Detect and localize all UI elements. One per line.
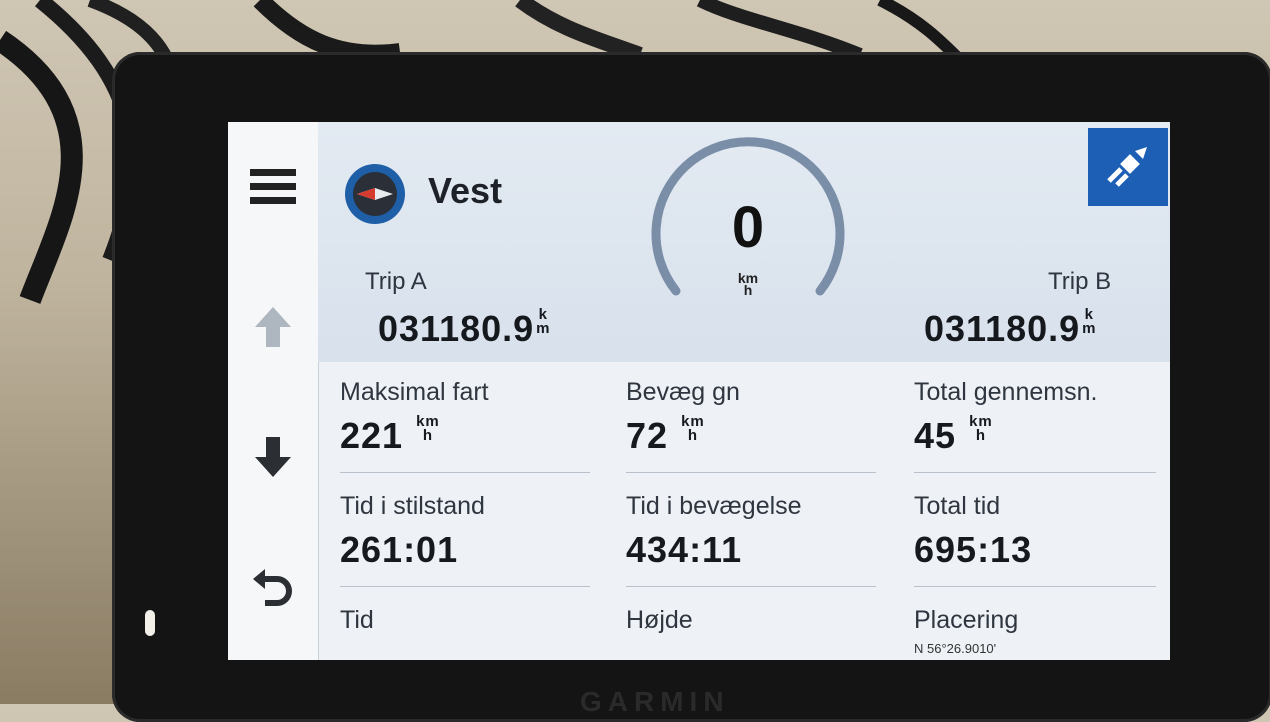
trip-a-label: Trip A xyxy=(365,268,427,295)
sidebar xyxy=(228,122,319,660)
field-time[interactable]: Tid xyxy=(340,606,590,635)
divider xyxy=(626,586,876,587)
field-stopped-time[interactable]: Tid i stilstand 261:01 xyxy=(340,492,590,571)
divider xyxy=(914,586,1156,587)
field-elevation[interactable]: Højde xyxy=(626,606,876,635)
arrow-up-icon xyxy=(255,307,291,347)
trip-b-label: Trip B xyxy=(1048,268,1112,295)
heading-direction: Vest xyxy=(428,170,503,211)
satellite-status-button[interactable] xyxy=(1088,128,1168,206)
back-button[interactable] xyxy=(228,542,318,632)
device-brand: GARMIN xyxy=(580,686,730,717)
speed-unit: km h xyxy=(737,270,759,298)
field-total-time[interactable]: Total tid 695:13 xyxy=(914,492,1164,571)
field-location[interactable]: Placering N 56°26.9010' xyxy=(914,606,1164,656)
back-icon xyxy=(253,569,292,606)
satellite-icon xyxy=(1107,147,1147,187)
compass-icon xyxy=(345,164,405,224)
field-moving-avg[interactable]: Bevæg gn 72 km h xyxy=(626,378,876,457)
trip-b-value: 031180.9 k m xyxy=(924,306,1097,349)
hamburger-icon xyxy=(250,169,296,204)
scroll-down-button[interactable] xyxy=(228,412,318,502)
arrow-down-icon xyxy=(255,437,291,477)
trip-a-value: 031180.9 k m xyxy=(378,306,551,349)
current-speed: 0 xyxy=(731,195,765,260)
gps-screen: Vest 0 km h Trip A 031180.9 k m Trip B 031… xyxy=(228,122,1170,660)
field-max-speed[interactable]: Maksimal fart 221 km h xyxy=(340,378,590,457)
field-moving-time[interactable]: Tid i bevægelse 434:11 xyxy=(626,492,876,571)
menu-button[interactable] xyxy=(228,142,318,232)
divider xyxy=(340,472,590,473)
scroll-up-button[interactable] xyxy=(228,282,318,372)
divider xyxy=(340,586,590,587)
field-total-avg[interactable]: Total gennemsn. 45 km h xyxy=(914,378,1164,457)
device-side-indicator xyxy=(145,610,155,636)
divider xyxy=(626,472,876,473)
divider xyxy=(914,472,1156,473)
